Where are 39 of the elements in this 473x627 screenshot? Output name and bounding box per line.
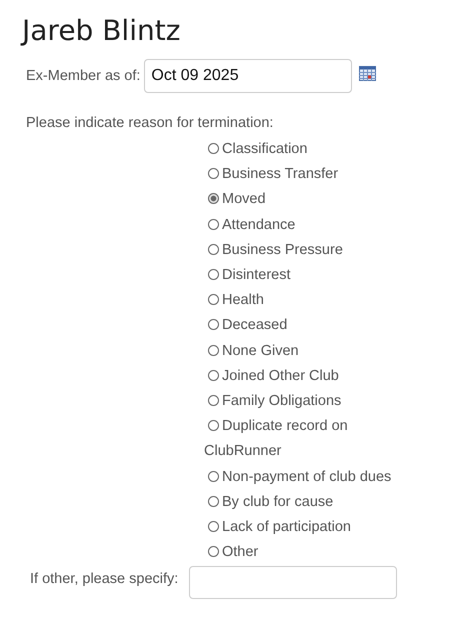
reason-option[interactable]: Joined Other Club xyxy=(204,364,416,390)
radio-button[interactable] xyxy=(208,269,219,280)
reason-option[interactable]: Attendance xyxy=(204,212,416,238)
radio-button[interactable] xyxy=(208,370,219,381)
radio-button[interactable] xyxy=(208,143,219,154)
radio-button[interactable] xyxy=(208,244,219,255)
radio-button[interactable] xyxy=(208,218,219,230)
radio-button[interactable] xyxy=(208,319,219,330)
reason-option[interactable]: Duplicate record on ClubRunner xyxy=(204,414,416,465)
termination-prompt: Please indicate reason for termination: xyxy=(26,115,274,131)
member-name: Jareb Blintz xyxy=(22,14,182,47)
other-label: If other, please specify: xyxy=(30,570,178,587)
calendar-icon[interactable] xyxy=(359,66,376,80)
reason-option[interactable]: Health xyxy=(204,288,416,314)
radio-button[interactable] xyxy=(208,420,219,432)
radio-button[interactable] xyxy=(208,470,219,482)
reason-option[interactable]: Business Transfer xyxy=(204,162,416,188)
reason-option[interactable]: Disinterest xyxy=(204,263,416,288)
radio-button[interactable] xyxy=(208,395,219,406)
radio-button[interactable] xyxy=(208,193,219,204)
reason-option[interactable]: Deceased xyxy=(204,313,416,339)
other-field[interactable] xyxy=(189,566,398,600)
reason-option[interactable]: Classification xyxy=(204,137,416,162)
radio-button[interactable] xyxy=(208,496,219,507)
radio-button[interactable] xyxy=(208,294,219,306)
date-field[interactable]: Oct 09 2025 xyxy=(144,59,352,93)
reason-option[interactable]: Other xyxy=(204,540,416,566)
reason-option[interactable]: Non-payment of club dues xyxy=(204,464,416,490)
reason-option[interactable]: Moved xyxy=(204,187,416,213)
radio-button[interactable] xyxy=(208,344,219,356)
reason-option[interactable]: Family Obligations xyxy=(204,389,416,414)
reason-option[interactable]: Lack of participation xyxy=(204,515,416,540)
reason-option[interactable]: Business Pressure xyxy=(204,238,416,264)
radio-button[interactable] xyxy=(208,546,219,558)
reason-option[interactable]: None Given xyxy=(204,338,416,364)
radio-button[interactable] xyxy=(208,168,219,180)
reason-option[interactable]: By club for cause xyxy=(204,490,416,516)
date-label: Ex-Member as of: xyxy=(26,68,140,84)
radio-button[interactable] xyxy=(208,521,219,532)
